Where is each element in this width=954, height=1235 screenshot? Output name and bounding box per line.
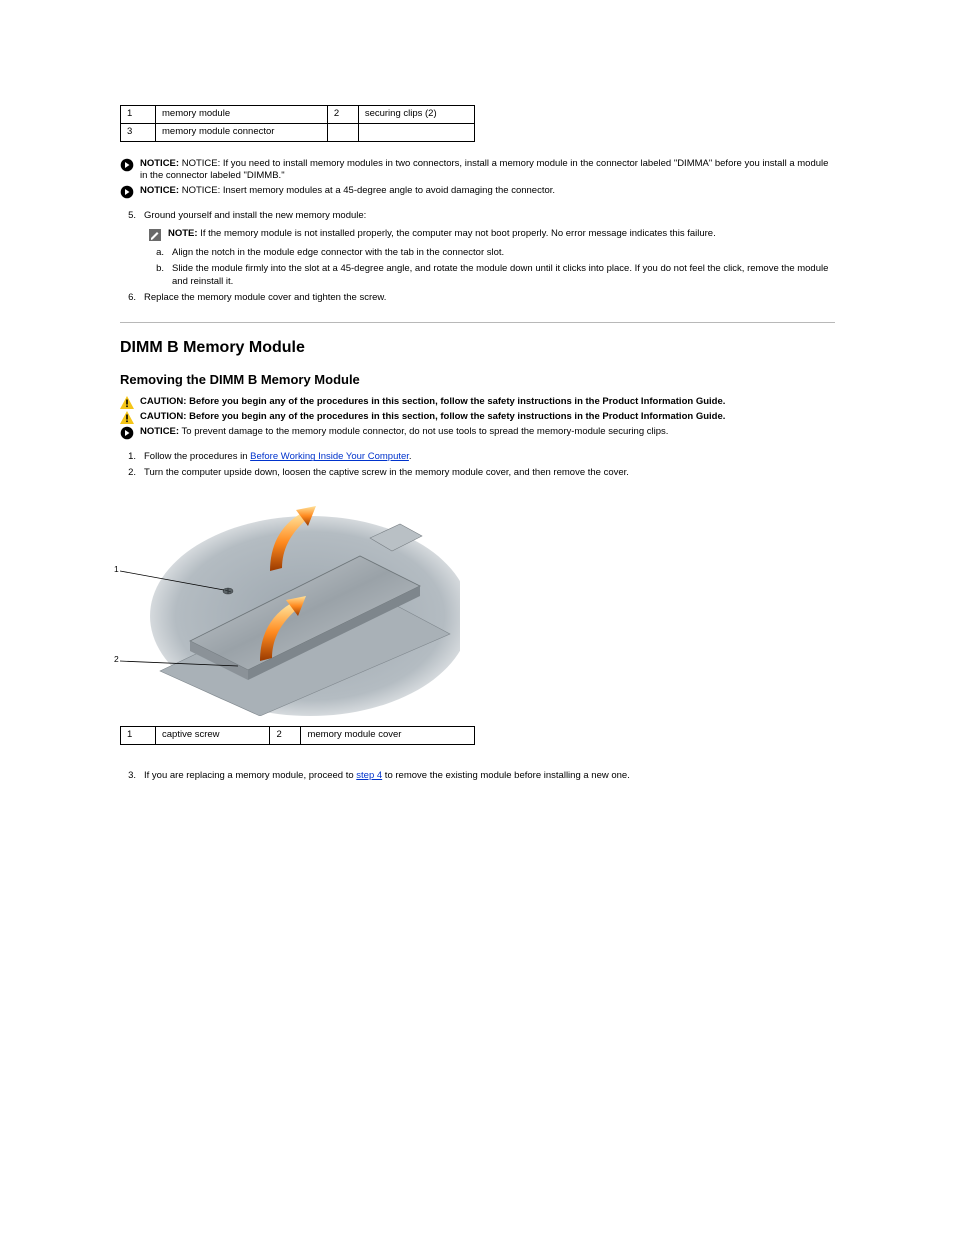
step-text: Follow the procedures in Before Working … (144, 451, 835, 464)
memory-cover-figure: 1 2 (120, 486, 460, 716)
link-before-working[interactable]: Before Working Inside Your Computer (250, 451, 409, 462)
step-post: . (409, 451, 412, 462)
step-text: Replace the memory module cover and tigh… (144, 292, 835, 305)
note-icon (148, 228, 162, 242)
notice-row: NOTICE: To prevent damage to the memory … (120, 426, 835, 440)
cell-num: 1 (121, 106, 156, 124)
step-number: 5. (120, 210, 136, 223)
figure-callout-1: 1 (114, 564, 119, 575)
step: 3. If you are replacing a memory module,… (120, 770, 835, 783)
section-heading: DIMM B Memory Module (120, 337, 835, 359)
step-number: 3. (120, 770, 136, 783)
cell-label: captive screw (156, 727, 270, 745)
caution-text: CAUTION: Before you begin any of the pro… (140, 396, 835, 409)
cell-label: memory module (156, 106, 328, 124)
caution-label: CAUTION: (140, 411, 186, 422)
step-number: 1. (120, 451, 136, 464)
page: 1 memory module 2 securing clips (2) 3 m… (0, 0, 954, 1235)
note-label: NOTE: (168, 228, 198, 239)
notice-label: NOTICE: (140, 185, 179, 196)
caution-row: CAUTION: Before you begin any of the pro… (120, 411, 835, 424)
link-step-4[interactable]: step 4 (356, 770, 382, 781)
notice-row: NOTICE: NOTICE: If you need to install m… (120, 158, 835, 184)
cell-num: 2 (327, 106, 358, 124)
sub-step: a. Align the notch in the module edge co… (148, 247, 835, 260)
notice-text: NOTICE: NOTICE: Insert memory modules at… (140, 185, 835, 198)
caution-body: Before you begin any of the procedures i… (189, 396, 725, 407)
notice-label: NOTICE: (140, 426, 179, 437)
section-divider (120, 322, 835, 323)
notice-body: To prevent damage to the memory module c… (182, 426, 669, 437)
step: 2. Turn the computer upside down, loosen… (120, 467, 835, 480)
sub-heading: Removing the DIMM B Memory Module (120, 371, 835, 389)
notice-icon (120, 185, 134, 199)
figure-container: 1 2 (120, 486, 835, 716)
cell-label: memory module cover (301, 727, 475, 745)
table-row: 1 memory module 2 securing clips (2) (121, 106, 475, 124)
cell-num: 2 (270, 727, 301, 745)
step-number: 6. (120, 292, 136, 305)
table-row: 1 captive screw 2 memory module cover (121, 727, 475, 745)
notice-text: NOTICE: NOTICE: If you need to install m… (140, 158, 835, 184)
cell-num (327, 123, 358, 141)
notice-text: NOTICE: To prevent damage to the memory … (140, 426, 835, 439)
step-pre: If you are replacing a memory module, pr… (144, 770, 356, 781)
step: 6. Replace the memory module cover and t… (120, 292, 835, 305)
step: 5. Ground yourself and install the new m… (120, 210, 835, 223)
notice-body: NOTICE: Insert memory modules at a 45-de… (182, 185, 555, 196)
note-row: NOTE: If the memory module is not instal… (148, 228, 835, 242)
notice-icon (120, 158, 134, 172)
step-text: If you are replacing a memory module, pr… (144, 770, 835, 783)
note-text: NOTE: If the memory module is not instal… (168, 228, 835, 241)
notice-body: NOTICE: If you need to install memory mo… (140, 158, 828, 182)
warning-icon (120, 411, 134, 424)
warning-icon (120, 396, 134, 409)
step: 1. Follow the procedures in Before Worki… (120, 451, 835, 464)
step-text: Ground yourself and install the new memo… (144, 210, 835, 223)
notice-row: NOTICE: NOTICE: Insert memory modules at… (120, 185, 835, 199)
step-text: Turn the computer upside down, loosen th… (144, 467, 835, 480)
notice-icon (120, 426, 134, 440)
notice-label: NOTICE: (140, 158, 179, 169)
step-text: Align the notch in the module edge conne… (172, 247, 835, 260)
step-text: Slide the module firmly into the slot at… (172, 263, 835, 289)
figure-callout-2: 2 (114, 654, 119, 665)
step-number: a. (148, 247, 164, 260)
cell-num: 1 (121, 727, 156, 745)
caution-text: CAUTION: Before you begin any of the pro… (140, 411, 835, 424)
step-number: b. (148, 263, 164, 276)
step-pre: Follow the procedures in (144, 451, 250, 462)
parts-table-2: 1 captive screw 2 memory module cover (120, 726, 475, 745)
step-post: to remove the existing module before ins… (382, 770, 630, 781)
parts-table-1: 1 memory module 2 securing clips (2) 3 m… (120, 105, 475, 142)
step-number: 2. (120, 467, 136, 480)
caution-body: Before you begin any of the procedures i… (189, 411, 725, 422)
caution-row: CAUTION: Before you begin any of the pro… (120, 396, 835, 409)
table-row: 3 memory module connector (121, 123, 475, 141)
content-column: 1 memory module 2 securing clips (2) 3 m… (120, 105, 835, 783)
cell-num: 3 (121, 123, 156, 141)
cell-label: securing clips (2) (358, 106, 474, 124)
sub-step: b. Slide the module firmly into the slot… (148, 263, 835, 289)
caution-label: CAUTION: (140, 396, 186, 407)
cell-label (358, 123, 474, 141)
cell-label: memory module connector (156, 123, 328, 141)
note-body: If the memory module is not installed pr… (200, 228, 716, 239)
